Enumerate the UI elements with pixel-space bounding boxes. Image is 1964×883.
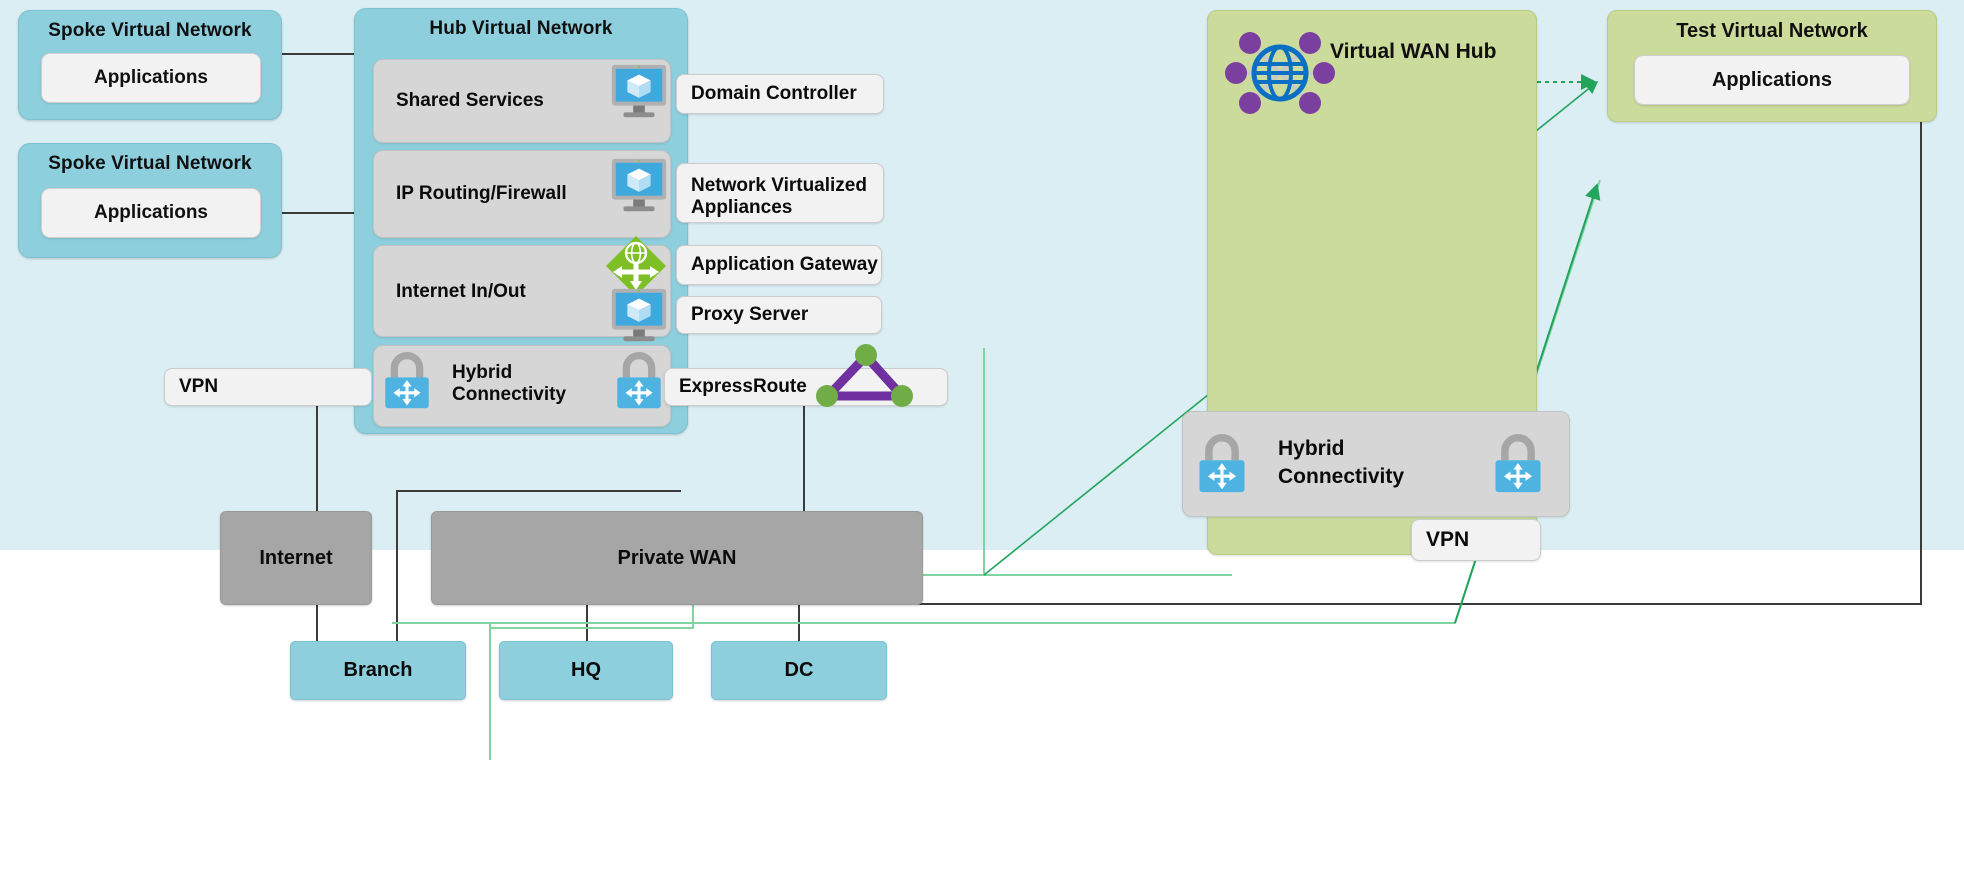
callout-domain-controller[interactable]: Domain Controller	[676, 74, 884, 114]
spoke-2-title: Spoke Virtual Network	[48, 153, 252, 174]
spoke-1-title: Spoke Virtual Network	[48, 20, 252, 41]
test-virtual-network[interactable]: Test Virtual Network Applications	[1607, 10, 1937, 122]
expressroute-circuit-icon	[812, 342, 916, 410]
callout-nva-line-1: Network Virtualized	[691, 174, 867, 196]
site-box-dc[interactable]: DC	[711, 641, 887, 700]
subnet-internet-in-out-label: Internet In/Out	[396, 281, 526, 302]
callout-network-virtualized-appliances[interactable]: Network Virtualized Appliances	[676, 163, 884, 223]
connector-branch-riser	[396, 490, 398, 642]
connector-dc-to-wan	[798, 600, 800, 644]
subnet-shared-services-label: Shared Services	[396, 90, 544, 111]
vwan-hybrid-connectivity-label: Hybrid Connectivity	[1278, 435, 1404, 492]
hybrid-connectivity-line-2: Connectivity	[452, 383, 567, 405]
internet-box[interactable]: Internet	[220, 511, 372, 605]
test-vnet-title: Test Virtual Network	[1676, 20, 1868, 42]
vpn-gateway-icon-vwan-left	[1192, 432, 1252, 496]
callout-application-gateway[interactable]: Application Gateway	[676, 245, 882, 285]
virtual-machine-icon-ip-routing	[608, 155, 670, 217]
diagram-canvas: Spoke Virtual Network Applications Spoke…	[0, 0, 1964, 883]
vwan-hybrid-line-2: Connectivity	[1278, 465, 1405, 489]
virtual-machine-icon-proxy-server	[608, 285, 670, 347]
connector-internet-to-branch	[316, 600, 318, 644]
site-box-branch[interactable]: Branch	[290, 641, 466, 700]
spoke-virtual-network-1[interactable]: Spoke Virtual Network Applications	[18, 10, 282, 120]
connector-spoke2-to-hub	[282, 212, 354, 214]
connector-hq-to-wan	[586, 600, 588, 644]
virtual-machine-icon-shared-services	[608, 61, 670, 123]
vpn-gateway-icon-hub-right	[610, 350, 668, 412]
connector-vpn-to-internet	[316, 400, 318, 518]
private-wan-box[interactable]: Private WAN	[431, 511, 923, 605]
spoke-2-applications[interactable]: Applications	[41, 188, 261, 238]
connector-branch-to-wan	[396, 490, 681, 492]
hybrid-connectivity-line-1: Hybrid	[452, 362, 513, 383]
callout-vpn-hub[interactable]: VPN	[164, 368, 372, 406]
connector-spoke1-to-hub	[282, 53, 354, 55]
callout-nva-line-2: Appliances	[691, 196, 793, 218]
spoke-virtual-network-2[interactable]: Spoke Virtual Network Applications	[18, 143, 282, 258]
callout-proxy-server[interactable]: Proxy Server	[676, 296, 882, 334]
virtual-wan-hub-title: Virtual WAN Hub	[1330, 40, 1497, 63]
subnet-ip-routing-firewall-label: IP Routing/Firewall	[396, 183, 567, 204]
virtual-wan-hub-icon	[1225, 18, 1335, 128]
connector-private-wan-to-test-vnet	[1920, 122, 1922, 605]
vpn-gateway-icon-vwan-right	[1488, 432, 1548, 496]
hub-title: Hub Virtual Network	[429, 18, 613, 39]
test-vnet-applications[interactable]: Applications	[1634, 55, 1910, 105]
callout-vpn-vwan[interactable]: VPN	[1411, 519, 1541, 561]
site-box-hq[interactable]: HQ	[499, 641, 673, 700]
vpn-gateway-icon-hub-left	[378, 350, 436, 412]
subnet-hybrid-connectivity-label: Hybrid Connectivity	[452, 362, 566, 406]
spoke-1-applications[interactable]: Applications	[41, 53, 261, 103]
vwan-hybrid-line-1: Hybrid	[1278, 437, 1345, 460]
